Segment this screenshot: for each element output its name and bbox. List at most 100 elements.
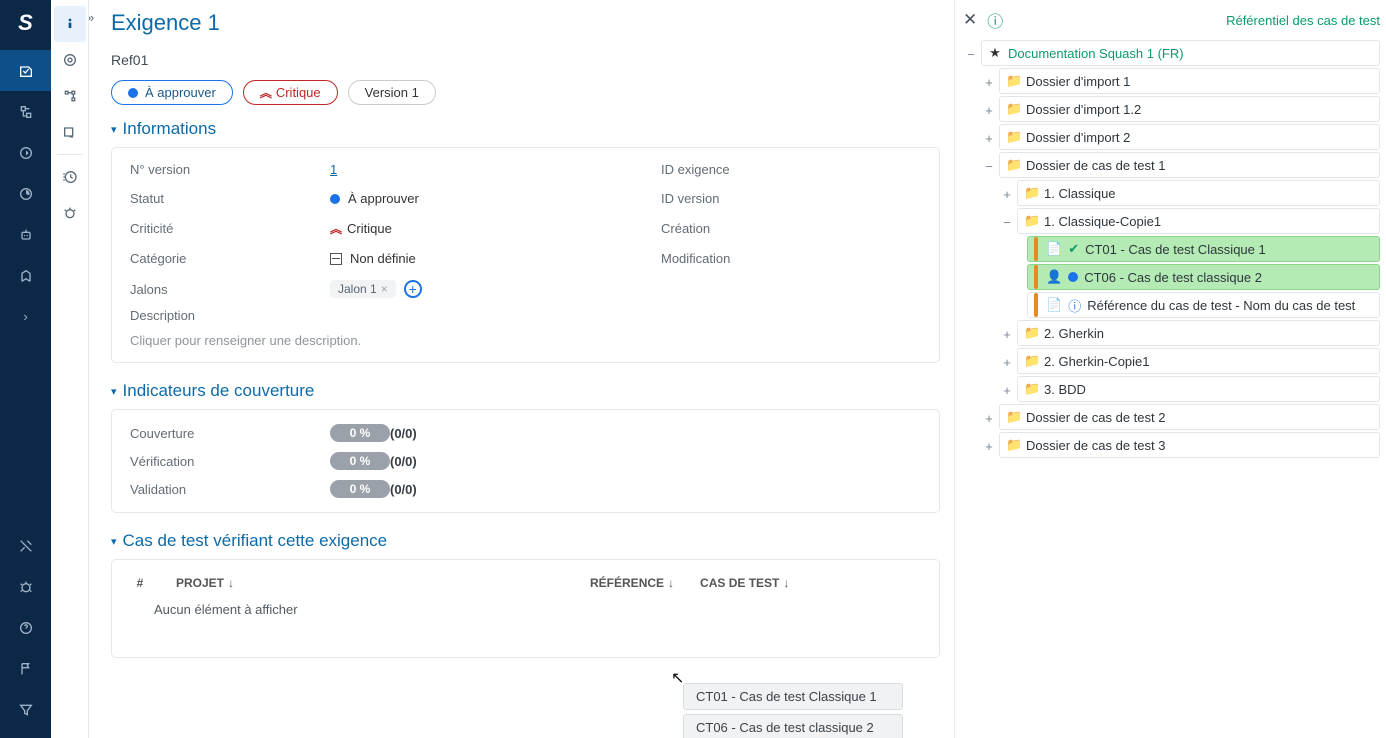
tree-toggle[interactable]: −	[981, 158, 997, 174]
col-num[interactable]: #	[130, 576, 150, 590]
close-panel-button[interactable]: ✕	[963, 10, 977, 30]
section-header-informations[interactable]: ▾Informations	[111, 119, 940, 139]
nav-testcases[interactable]	[0, 91, 51, 132]
tree-folder[interactable]: 📁1. Classique-Copie1	[1017, 208, 1380, 234]
label-modification: Modification	[661, 251, 921, 266]
value-version[interactable]: 1	[330, 162, 337, 177]
chip-version-label: Version 1	[365, 85, 419, 100]
file-icon: 📄	[1046, 241, 1062, 257]
file-icon: 📄	[1046, 297, 1062, 313]
section-title: Indicateurs de couverture	[123, 381, 315, 401]
tree-toggle[interactable]: +	[981, 130, 997, 146]
nav-tools[interactable]	[0, 525, 51, 566]
value-categorie[interactable]: Non définie	[330, 251, 661, 266]
col-cas[interactable]: CAS DE TEST ↓	[700, 576, 789, 590]
rail-coverage[interactable]	[54, 42, 86, 78]
tree-testcase[interactable]: 👤CT06 - Cas de test classique 2	[1027, 264, 1380, 290]
folder-icon: 📁	[1024, 185, 1038, 201]
nav-requirements[interactable]	[0, 50, 51, 91]
tree-toggle[interactable]: +	[999, 382, 1015, 398]
chevron-down-icon: ▾	[111, 535, 117, 548]
collapse-sidebar-icon[interactable]: »	[89, 10, 107, 25]
status-bar-icon	[1034, 265, 1038, 289]
description-placeholder[interactable]: Cliquer pour renseigner une description.	[130, 333, 921, 348]
folder-icon: 📁	[1006, 101, 1020, 117]
nav-bugs[interactable]	[0, 566, 51, 607]
label-description: Description	[130, 308, 921, 323]
star-icon: ★	[988, 45, 1002, 61]
rail-info[interactable]	[54, 6, 86, 42]
tree-toggle[interactable]: +	[981, 74, 997, 90]
tree-toggle[interactable]: +	[999, 326, 1015, 342]
folder-icon: 📁	[1024, 213, 1038, 229]
tree-toggle[interactable]: +	[981, 438, 997, 454]
nav-dashboard[interactable]	[0, 173, 51, 214]
tree-folder[interactable]: 📁Dossier d'import 1	[999, 68, 1380, 94]
rail-history[interactable]	[54, 159, 86, 195]
drag-tooltip: CT01 - Cas de test Classique 1 CT06 - Ca…	[683, 683, 903, 738]
add-milestone-button[interactable]: +	[404, 280, 422, 298]
cov-pct: 0 %	[330, 452, 390, 470]
rail-link[interactable]	[54, 114, 86, 150]
nav-filter[interactable]	[0, 689, 51, 730]
chip-status[interactable]: À approuver	[111, 80, 233, 105]
cov-ratio: (0/0)	[390, 454, 470, 469]
tree-toggle[interactable]: +	[999, 186, 1015, 202]
cov-ratio: (0/0)	[390, 426, 470, 441]
cov-label: Vérification	[130, 454, 330, 469]
label-version: N° version	[130, 162, 330, 177]
cov-pct: 0 %	[330, 424, 390, 442]
section-header-verif[interactable]: ▾ Cas de test vérifiant cette exigence	[111, 531, 940, 551]
tree-folder[interactable]: 📁Dossier de cas de test 3	[999, 432, 1380, 458]
help-icon[interactable]: ⓘ	[987, 8, 1003, 32]
chip-version[interactable]: Version 1	[348, 80, 436, 105]
tree-folder[interactable]: 📁Dossier de cas de test 1	[999, 152, 1380, 178]
nav-help[interactable]	[0, 607, 51, 648]
tree-folder[interactable]: 📁3. BDD	[1017, 376, 1380, 402]
info-icon: ⓘ	[1068, 296, 1081, 315]
tree-testcase[interactable]: 📄ⓘRéférence du cas de test - Nom du cas …	[1027, 292, 1380, 318]
nav-actions[interactable]	[0, 255, 51, 296]
chip-criticality[interactable]: ︽Critique	[243, 80, 338, 105]
col-reference[interactable]: RÉFÉRENCE ↓	[590, 576, 674, 590]
tree-folder[interactable]: 📁Dossier d'import 1.2	[999, 96, 1380, 122]
value-criticite[interactable]: ︽Critique	[330, 220, 661, 237]
tree-toggle[interactable]: +	[981, 102, 997, 118]
section-header-coverage[interactable]: ▾Indicateurs de couverture	[111, 381, 940, 401]
folder-icon: 📁	[1024, 353, 1038, 369]
dot-icon	[128, 88, 138, 98]
milestone-tag[interactable]: Jalon 1×	[330, 280, 396, 298]
tree-folder[interactable]: 📁2. Gherkin-Copie1	[1017, 348, 1380, 374]
tree-toggle[interactable]: +	[981, 410, 997, 426]
rail-issues[interactable]	[54, 195, 86, 231]
status-bar-icon	[1034, 293, 1038, 317]
nav-automation[interactable]	[0, 214, 51, 255]
folder-icon: 📁	[1006, 437, 1020, 453]
tree-folder[interactable]: 📁2. Gherkin	[1017, 320, 1380, 346]
nav-campaigns[interactable]	[0, 132, 51, 173]
folder-icon: 📁	[1006, 129, 1020, 145]
nav-expand[interactable]: ›	[0, 296, 51, 337]
tree-title-link[interactable]: Référentiel des cas de test	[1226, 13, 1380, 28]
folder-icon: 📁	[1006, 409, 1020, 425]
tree-toggle[interactable]: −	[999, 214, 1015, 230]
nav-flag[interactable]	[0, 648, 51, 689]
tree-folder[interactable]: 📁1. Classique	[1017, 180, 1380, 206]
folder-icon: 📁	[1006, 73, 1020, 89]
remove-tag-icon[interactable]: ×	[381, 282, 388, 296]
rail-tree[interactable]	[54, 78, 86, 114]
tree-folder[interactable]: 📁Dossier de cas de test 2	[999, 404, 1380, 430]
label-id-exigence: ID exigence	[661, 162, 921, 177]
tree-testcase[interactable]: 📄✔CT01 - Cas de test Classique 1	[1027, 236, 1380, 262]
tree-toggle[interactable]: −	[963, 46, 979, 62]
tree-folder[interactable]: 📁Dossier d'import 2	[999, 124, 1380, 150]
value-statut[interactable]: À approuver	[330, 191, 661, 206]
label-categorie: Catégorie	[130, 251, 330, 266]
cov-ratio: (0/0)	[390, 482, 470, 497]
section-title: Cas de test vérifiant cette exigence	[123, 531, 388, 551]
tree-toggle[interactable]: +	[999, 354, 1015, 370]
sort-icon: ↓	[228, 576, 234, 590]
col-projet[interactable]: PROJET ↓	[176, 576, 234, 590]
tree-project[interactable]: ★Documentation Squash 1 (FR)	[981, 40, 1380, 66]
primary-nav: S ›	[0, 0, 51, 738]
